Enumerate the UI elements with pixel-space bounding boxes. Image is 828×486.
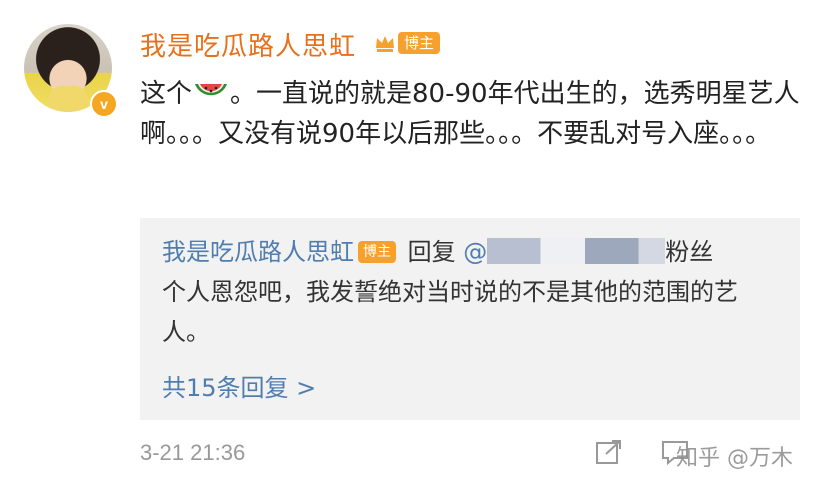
- watermelon-emoji-icon: [195, 84, 228, 96]
- crown-icon: [376, 36, 394, 52]
- post-text-part1: 这个: [140, 79, 193, 109]
- post-timestamp: 3-21 21:36: [140, 440, 246, 465]
- avatar[interactable]: v: [24, 24, 118, 118]
- post-content: 这个 。一直说的就是80-90年代出生的，选秀明星艺人啊。。。又没有说90年以后…: [140, 74, 800, 154]
- more-replies-link[interactable]: 共15条回复 >: [162, 368, 316, 403]
- post-author-name[interactable]: 我是吃瓜路人思虹: [140, 26, 356, 63]
- post-text-part2: 。一直说的就是80-90年代出生的，选秀明星艺人啊。。。又没有说90年以后那些。…: [140, 79, 800, 149]
- reply-content: 我是吃瓜路人思虹 博主 回复 @ 粉丝个人恩怨吧，我发誓绝对当时说的不是其他的范围的…: [162, 232, 782, 352]
- reply-blogger-badge: 博主: [358, 241, 396, 263]
- verified-badge-icon: v: [90, 90, 118, 118]
- mention-prefix[interactable]: @: [463, 238, 487, 266]
- share-icon[interactable]: [594, 438, 624, 466]
- blogger-badge-label: 博主: [398, 32, 441, 54]
- reply-verb: 回复: [400, 238, 464, 266]
- mention-suffix: 粉丝: [665, 238, 714, 266]
- redacted-username: [487, 238, 666, 264]
- blogger-badge: 博主: [374, 30, 441, 56]
- reply-box[interactable]: 我是吃瓜路人思虹 博主 回复 @ 粉丝个人恩怨吧，我发誓绝对当时说的不是其他的范围的…: [140, 218, 800, 420]
- reply-text: 个人恩怨吧，我发誓绝对当时说的不是其他的范围的艺人。: [162, 278, 738, 346]
- reply-author-name[interactable]: 我是吃瓜路人思虹: [162, 238, 354, 266]
- zhihu-watermark: 知乎 @万木: [676, 446, 793, 471]
